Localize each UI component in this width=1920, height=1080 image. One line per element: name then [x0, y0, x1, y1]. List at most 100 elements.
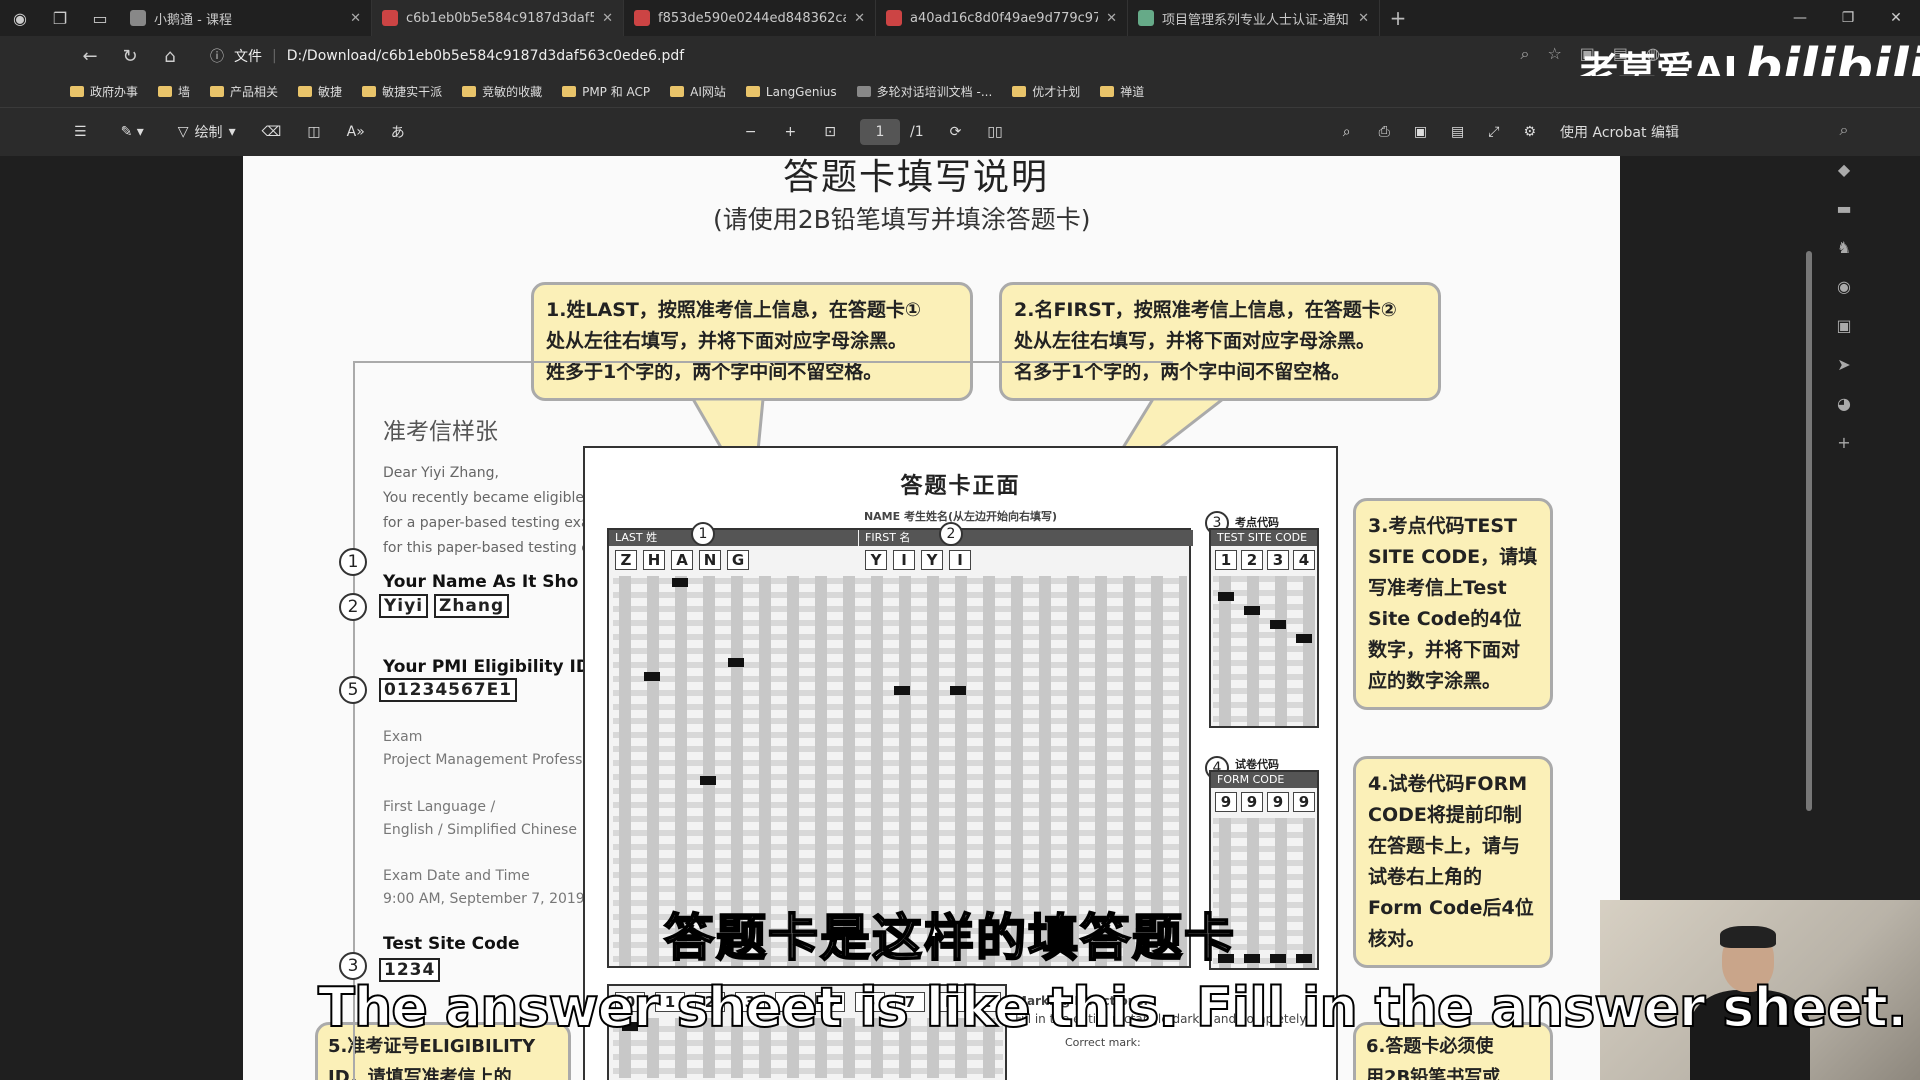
sidebar-app-icon[interactable]: ◉ — [1837, 277, 1851, 296]
bookmark-folder[interactable]: 政府办事 — [70, 83, 138, 100]
eraser-icon[interactable]: ⌫ — [262, 124, 282, 140]
sidebar-game-icon[interactable]: ♞ — [1837, 238, 1851, 257]
pdf-icon — [382, 10, 398, 26]
draw-button[interactable]: ▽ 绘制 ▾ — [178, 122, 236, 142]
contents-icon[interactable]: ☰ — [74, 124, 87, 140]
sidebar-send-icon[interactable]: ➤ — [1837, 355, 1850, 374]
date-value: 9:00 AM, September 7, 2019 — [383, 891, 585, 907]
close-icon[interactable]: ✕ — [1106, 11, 1117, 26]
folder-icon — [462, 86, 477, 97]
new-tab-button[interactable]: + — [1380, 6, 1416, 30]
filled-bubble — [1218, 592, 1234, 601]
filled-bubble — [700, 776, 716, 785]
subtitle-chinese: 答题卡是这样的填答题卡 — [663, 908, 1236, 968]
sidebar-outlook-icon[interactable]: ◕ — [1837, 394, 1851, 413]
print-icon[interactable]: ⎙ — [1379, 124, 1390, 140]
url-field[interactable]: ⓘ 文件 | D:/Download/c6b1eb0b5e584c9187d3d… — [210, 46, 684, 66]
refresh-icon[interactable]: ↻ — [110, 46, 150, 67]
highlight-icon[interactable]: ✎ ▾ — [121, 124, 144, 140]
bookmark-folder[interactable]: PMP 和 ACP — [562, 83, 650, 100]
save-as-icon[interactable]: ▤ — [1451, 124, 1464, 140]
bookmark-folder[interactable]: 产品相关 — [210, 83, 278, 100]
tab-actions-icon[interactable]: ▭ — [80, 0, 120, 36]
language-value: English / Simplified Chinese — [383, 822, 577, 838]
acrobat-edit-button[interactable]: 使用 Acrobat 编辑 — [1560, 122, 1679, 142]
bookmark-folder[interactable]: LangGenius — [745, 85, 837, 99]
rotate-icon[interactable]: ⟳ — [950, 124, 962, 140]
page-number-input[interactable]: 1 — [859, 119, 900, 145]
profile-icon[interactable]: ◉ — [0, 0, 40, 36]
fit-page-icon[interactable]: ⊡ — [824, 124, 836, 140]
fullscreen-icon[interactable]: ⤢ — [1488, 124, 1499, 140]
bookmark-folder[interactable]: AI网站 — [670, 83, 726, 100]
circle-marker: 1 — [691, 522, 715, 546]
save-icon[interactable]: ▣ — [1414, 124, 1427, 140]
letter-border — [353, 361, 1173, 363]
sidebar-tag-icon[interactable]: ◆ — [1838, 160, 1850, 179]
image-icon — [1138, 10, 1154, 26]
workspaces-icon[interactable]: ❐ — [40, 0, 80, 36]
search-icon[interactable]: ⌕ — [1343, 124, 1351, 140]
doc-subtitle: (请使用2B铅笔填写并填涂答题卡) — [713, 205, 1091, 234]
folder-icon — [1012, 86, 1027, 97]
filled-bubble — [1270, 620, 1286, 629]
tab-xiaoetong[interactable]: 小鹅通 - 课程 ✕ — [120, 0, 372, 36]
settings-icon[interactable]: ⚙ — [1523, 124, 1536, 140]
folder-icon — [745, 86, 760, 97]
form-code-header: FORM CODE — [1211, 772, 1317, 788]
close-icon[interactable]: ✕ — [854, 11, 865, 26]
restore-button[interactable]: ❐ — [1824, 0, 1872, 36]
sidebar-add-icon[interactable]: + — [1837, 433, 1850, 452]
tab-notice[interactable]: 项目管理系列专业人士认证-通知 ✕ — [1128, 0, 1380, 36]
sidebar-search-icon[interactable]: ⌕ — [1840, 120, 1849, 140]
browser-sidebar: ⌕ ◆ ▬ ♞ ◉ ▣ ➤ ◕ + — [1820, 120, 1868, 452]
exam-label: Exam — [383, 729, 423, 745]
bookmark-folder[interactable]: 竞敏的收藏 — [462, 83, 542, 100]
tab-pdf-1[interactable]: c6b1eb0b5e584c9187d3daf563c✕ — [372, 0, 624, 36]
read-aloud-icon[interactable]: A» — [347, 124, 365, 140]
bookmark-folder[interactable]: 墙 — [158, 83, 190, 100]
filled-bubble — [728, 658, 744, 667]
bookmark-folder[interactable]: 禅道 — [1100, 83, 1144, 100]
translate-icon[interactable]: あ — [391, 122, 405, 142]
close-icon[interactable]: ✕ — [1358, 11, 1369, 26]
sidebar-tools-icon[interactable]: ▬ — [1836, 199, 1851, 218]
home-icon[interactable]: ⌂ — [150, 46, 190, 67]
letter-cell: Y — [865, 550, 887, 570]
bookmark-folder[interactable]: 敏捷 — [298, 83, 342, 100]
letter-cell: A — [671, 550, 693, 570]
favorite-star-icon[interactable]: ☆ — [1547, 44, 1561, 64]
vertical-scrollbar[interactable] — [1806, 251, 1812, 811]
close-icon[interactable]: ✕ — [602, 11, 613, 26]
tab-pdf-3[interactable]: a40ad16c8d0f49ae9d779c9735f✕ — [876, 0, 1128, 36]
zoom-icon[interactable]: ⌕ — [1520, 44, 1529, 64]
zoom-out-button[interactable]: − — [745, 124, 757, 140]
tab-pdf-2[interactable]: f853de590e0244ed848362caf48✕ — [624, 0, 876, 36]
bookmark-folder[interactable]: 优才计划 — [1012, 83, 1080, 100]
page-view-icon[interactable]: ◫ — [307, 124, 320, 140]
sample-letter-title: 准考信样张 — [383, 419, 498, 445]
minimize-button[interactable]: — — [1776, 0, 1824, 36]
bookmark-folder[interactable]: 敏捷实干派 — [362, 83, 442, 100]
info-icon[interactable]: ⓘ — [210, 46, 224, 66]
last-name-header: LAST 姓 — [609, 530, 858, 546]
filled-bubble — [672, 578, 688, 587]
circle-marker: 2 — [339, 593, 367, 621]
date-label: Exam Date and Time — [383, 868, 530, 884]
subtitle-english: The answer sheet is like this. Fill in t… — [317, 975, 1908, 1040]
sidebar-office-icon[interactable]: ▣ — [1836, 316, 1851, 335]
letter-cell: I — [893, 550, 915, 570]
bookmark-link[interactable]: 多轮对话培训文档 -... — [856, 83, 992, 100]
close-icon[interactable]: ✕ — [350, 11, 361, 26]
folder-icon — [210, 86, 225, 97]
close-window-button[interactable]: ✕ — [1872, 0, 1920, 36]
filled-bubble — [1296, 954, 1312, 963]
pdf-icon — [886, 10, 902, 26]
two-page-icon[interactable]: ▯▯ — [987, 124, 1002, 140]
letter-cell: N — [699, 550, 721, 570]
back-icon[interactable]: ← — [70, 46, 110, 67]
folder-icon — [70, 86, 84, 97]
url-text: D:/Download/c6b1eb0b5e584c9187d3daf563c0… — [286, 48, 685, 64]
zoom-in-button[interactable]: + — [785, 124, 797, 140]
digit-cell: 9 — [1241, 792, 1263, 812]
